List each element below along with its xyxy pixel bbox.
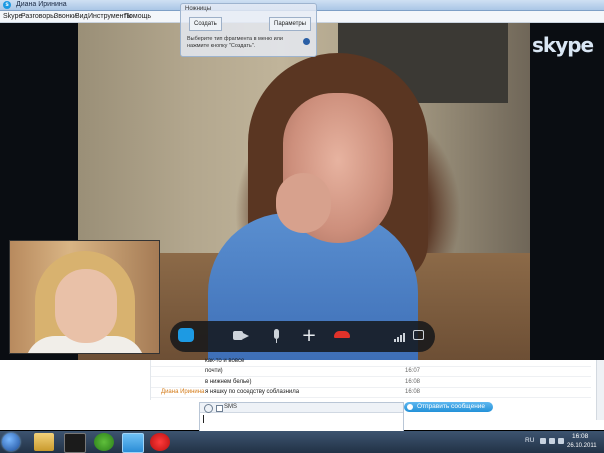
chat-log: как-то и вовсе почти) 16:07 в нижнем бел… [150, 358, 596, 400]
send-message-label: Отправить сообщение [417, 403, 486, 410]
skype-taskbar-icon[interactable] [122, 433, 144, 453]
fullscreen-icon[interactable] [413, 330, 424, 340]
volume-icon[interactable] [558, 438, 564, 444]
message-text: как-то и вовсе [205, 358, 245, 364]
menu-help[interactable]: Помощь [124, 11, 151, 22]
message-text: в нижнем белье) [205, 379, 252, 385]
system-tray: RU 16:08 26.10.2011 [520, 431, 604, 453]
chat-message: почти) 16:07 [151, 366, 591, 377]
message-text: я няшку по соседству соблазнила [205, 389, 300, 395]
snipping-options-button[interactable]: Параметры [269, 17, 311, 31]
message-text: почти) [205, 368, 223, 374]
clock-time[interactable]: 16:08 [572, 433, 588, 440]
snipping-hint-text: Выберите тип фрагмента в меню или нажмит… [187, 36, 283, 49]
snipping-tool-title: Ножницы [185, 6, 212, 12]
snipping-create-button[interactable]: Создать [189, 17, 222, 31]
message-sender[interactable]: Диана Иринина [161, 387, 204, 397]
chat-scrollbar[interactable] [596, 360, 604, 420]
chat-message: Диана Иринина я няшку по соседству собла… [151, 387, 591, 398]
signal-icon [392, 328, 410, 344]
message-time: 16:07 [405, 368, 421, 374]
self-video-preview[interactable] [9, 240, 160, 354]
self-person-face [55, 269, 117, 343]
utorrent-taskbar-icon[interactable] [94, 433, 114, 451]
skype-logo: skype [532, 33, 594, 57]
snipping-tool-window[interactable]: Ножницы Создать Параметры Выберите тип ф… [180, 3, 317, 57]
chat-left-panel [0, 360, 148, 430]
compose-toolbar: SMS [200, 403, 403, 413]
message-compose-box[interactable]: SMS [199, 402, 404, 433]
call-control-bar: + [170, 321, 435, 352]
tray-arrow-icon[interactable] [540, 438, 546, 444]
console-taskbar-icon[interactable] [64, 433, 86, 453]
hangup-icon[interactable] [334, 331, 350, 338]
menu-conversations[interactable]: Разговоры [21, 11, 55, 22]
network-icon[interactable] [549, 438, 555, 444]
opera-taskbar-icon[interactable] [150, 433, 170, 451]
windows-taskbar: RU 16:08 26.10.2011 [0, 431, 604, 453]
sms-checkbox[interactable] [216, 405, 223, 412]
window-title: Диана Иринина [16, 1, 67, 8]
message-time: 16:08 [405, 379, 421, 385]
skype-app-icon: s [3, 1, 11, 9]
language-indicator[interactable]: RU [525, 437, 534, 444]
sms-label: SMS [224, 404, 238, 410]
message-time: 16:08 [405, 389, 421, 395]
start-button[interactable] [2, 433, 20, 451]
chat-icon[interactable] [178, 328, 194, 342]
help-icon[interactable] [303, 38, 310, 45]
text-caret [203, 415, 204, 423]
emoticon-icon[interactable] [204, 404, 213, 413]
explorer-taskbar-icon[interactable] [34, 433, 54, 451]
plus-icon[interactable]: + [300, 327, 318, 345]
menu-skype[interactable]: Skype [3, 11, 22, 22]
send-message-button[interactable]: Отправить сообщение [404, 402, 493, 412]
send-icon [407, 404, 413, 410]
menu-view[interactable]: Вид [75, 11, 88, 22]
clock-date[interactable]: 26.10.2011 [567, 443, 597, 449]
remote-person-hand [276, 173, 331, 233]
microphone-icon[interactable] [268, 328, 286, 344]
menu-calls[interactable]: Звонки [54, 11, 77, 22]
video-icon[interactable] [233, 328, 251, 344]
